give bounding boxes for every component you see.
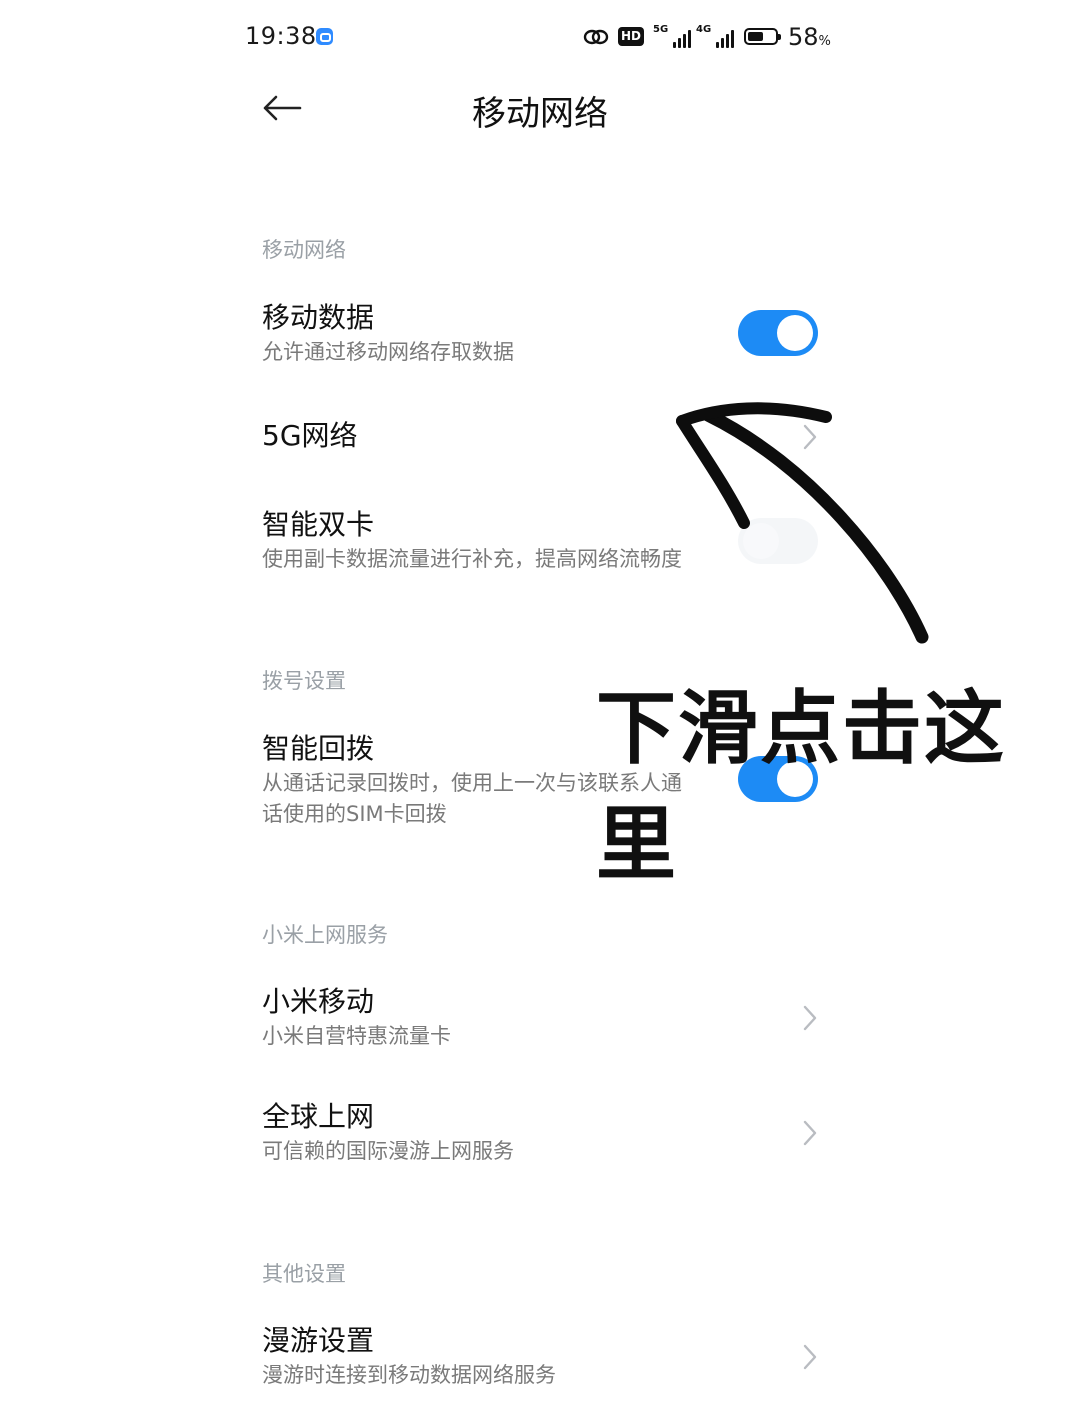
section-label-dial-settings: 拨号设置 (262, 669, 346, 693)
mobile-data-toggle[interactable] (738, 310, 818, 356)
mi-mobile-subtitle: 小米自营特惠流量卡 (262, 1024, 451, 1048)
mi-mobile-title: 小米移动 (262, 985, 375, 1018)
signal-5g-icon: 5G (653, 24, 693, 48)
chevron-right-icon (803, 1005, 817, 1031)
global-internet-subtitle: 可信赖的国际漫游上网服务 (262, 1139, 514, 1163)
signal-4g-icon: 4G (696, 24, 736, 48)
section-label-other-settings: 其他设置 (262, 1262, 346, 1286)
section-label-mi-services: 小米上网服务 (262, 923, 388, 947)
roaming-settings-subtitle: 漫游时连接到移动数据网络服务 (262, 1363, 556, 1387)
roaming-settings-title: 漫游设置 (262, 1324, 375, 1357)
battery-percent: 58% (788, 23, 831, 51)
global-internet-row[interactable]: 全球上网 可信赖的国际漫游上网服务 (262, 1099, 822, 1167)
roaming-settings-row[interactable]: 漫游设置 漫游时连接到移动数据网络服务 (262, 1323, 822, 1391)
annotation-text: 下滑点击这里 (596, 682, 1006, 891)
global-internet-title: 全球上网 (262, 1100, 375, 1133)
chevron-right-icon (803, 1120, 817, 1146)
app-notification-icon (316, 28, 333, 45)
mi-mobile-row[interactable]: 小米移动 小米自营特惠流量卡 (262, 984, 822, 1052)
chevron-right-icon (803, 1344, 817, 1370)
arrow-left-icon[interactable] (262, 95, 302, 121)
link-icon (583, 29, 609, 45)
section-label-mobile-network: 移动网络 (262, 238, 346, 262)
signal-4g-label: 4G (696, 24, 712, 35)
signal-5g-label: 5G (653, 24, 669, 35)
status-time: 19:38 (245, 22, 317, 50)
mobile-data-subtitle: 允许通过移动网络存取数据 (262, 340, 514, 364)
page-title: 移动网络 (472, 94, 608, 134)
hand-drawn-arrow-icon (676, 402, 929, 644)
hd-voice-icon: HD (618, 27, 644, 46)
battery-icon (744, 28, 781, 45)
